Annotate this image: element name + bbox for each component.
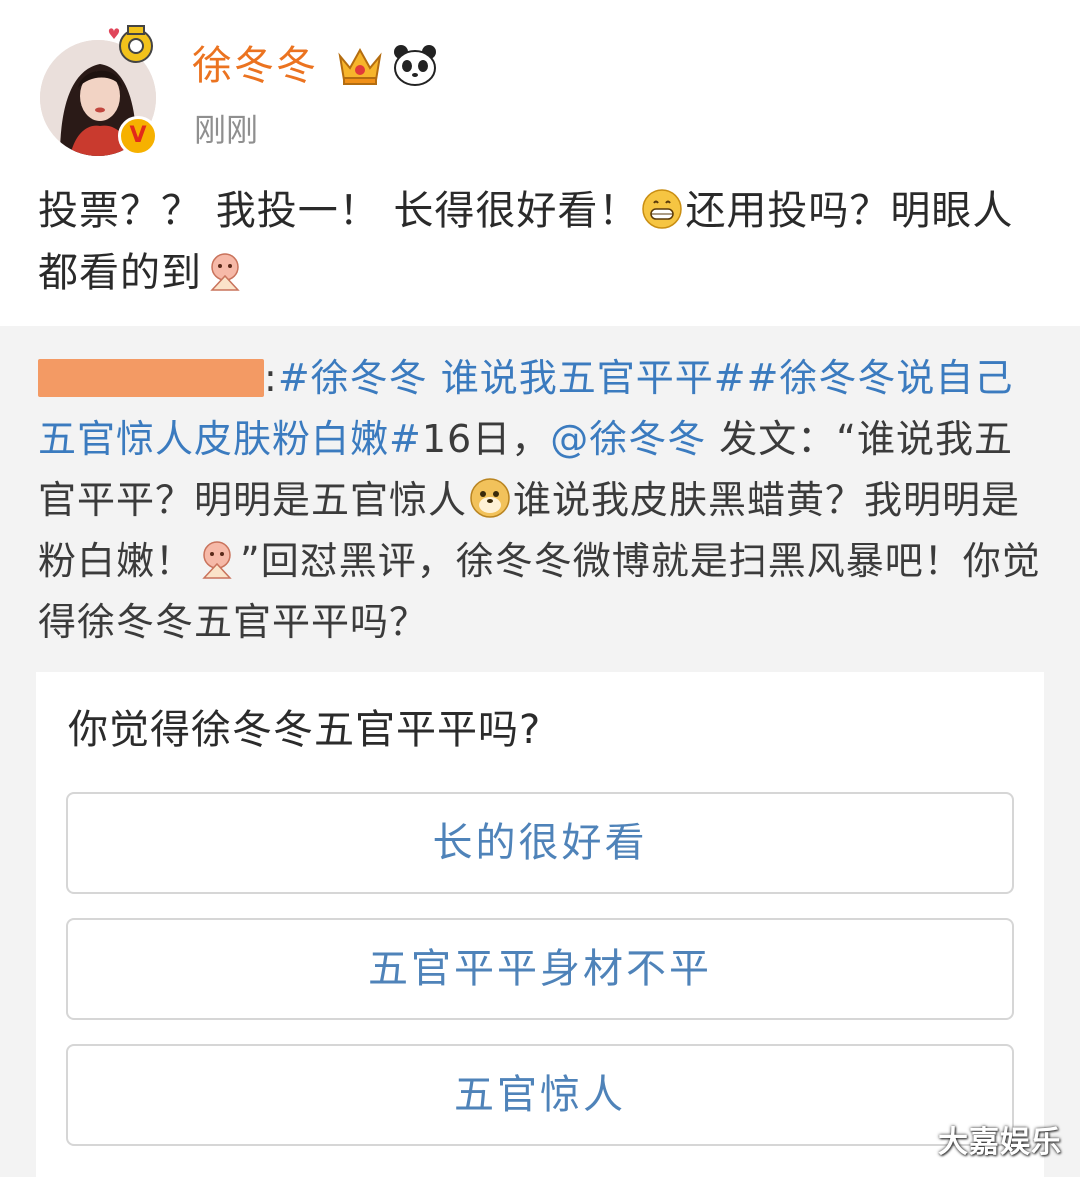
post-text-part1: 投票？？ 我投一！ 长得很好看！ [38,188,640,234]
lucky-fan-emoji-icon [210,253,240,291]
camera-charm-icon [108,25,153,63]
avatar-container[interactable]: V [40,25,158,156]
lucky-fan-emoji-icon [202,541,232,579]
doge-emoji-icon [470,478,510,518]
post-timestamp: 刚刚 [194,111,259,149]
panda-icon [394,45,436,86]
poll-option-3[interactable]: 五官惊人 [66,1044,1014,1146]
username[interactable]: 徐冬冬 [192,40,318,92]
poll-option-2[interactable]: 五官平平身材不平 [66,918,1014,1020]
redacted-mention [38,359,264,397]
poll-card: 你觉得徐冬冬五官平平吗? 长的很好看 五官平平身材不平 五官惊人 [36,672,1044,1177]
mention-link[interactable]: @徐冬冬 [550,417,706,461]
crown-icon [338,47,382,85]
poll-question: 你觉得徐冬冬五官平平吗? [68,707,542,753]
repost-text-1: 16日， [421,417,551,461]
verified-badge: V [118,116,158,156]
grin-emoji-icon [642,189,683,229]
post-text: 投票？？ 我投一！ 长得很好看！ 还用投吗？明眼人都看的到 [38,180,1048,304]
post-header: V 徐冬冬 刚刚 [0,0,1080,160]
poll-option-1[interactable]: 长的很好看 [66,792,1014,894]
repost-text: :#徐冬冬 谁说我五官平平##徐冬冬说自己五官惊人皮肤粉白嫩#16日，@徐冬冬 … [38,348,1048,653]
repost-card[interactable]: :#徐冬冬 谁说我五官平平##徐冬冬说自己五官惊人皮肤粉白嫩#16日，@徐冬冬 … [0,326,1080,1177]
hashtag-link-1[interactable]: #徐冬冬 谁说我五官平平# [278,356,747,400]
repost-text-tail1: : [264,356,278,400]
watermark: 大嘉娱乐 [938,1125,1062,1160]
